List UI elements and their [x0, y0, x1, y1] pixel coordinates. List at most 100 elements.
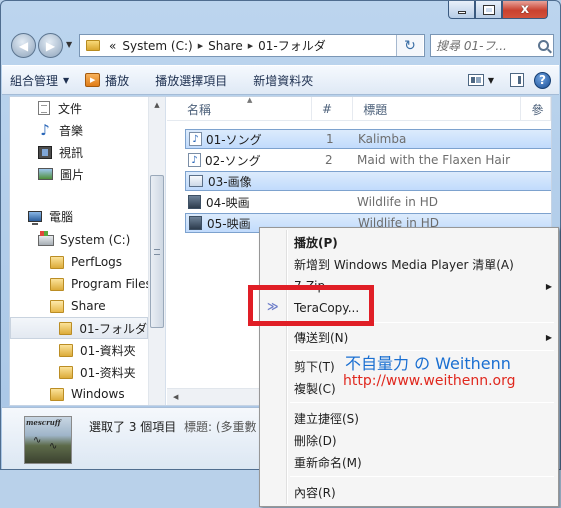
search-placeholder: 搜尋 01-フ... — [436, 39, 507, 53]
document-icon — [38, 101, 50, 115]
column-label: # — [322, 102, 333, 116]
nav-item-documents[interactable]: 文件 — [38, 97, 82, 119]
maximize-button[interactable] — [475, 1, 502, 19]
scroll-left-icon[interactable]: ◀ — [173, 389, 178, 405]
nav-item-label: 01-フォルダ — [79, 321, 147, 336]
nav-item-01-folder-tw[interactable]: 01-資料夾 — [59, 339, 136, 361]
menu-item-add-to-wmp-list[interactable]: 新增到 Windows Media Player 清單(A) — [294, 254, 514, 274]
breadcrumb-current-folder[interactable]: 01-フォルダ — [255, 37, 329, 54]
title-field[interactable]: 標題: (多重數 — [184, 418, 257, 435]
music-file-icon: ♪ — [188, 153, 201, 167]
file-name: 01-ソング — [206, 132, 262, 147]
refresh-button[interactable]: ↻ — [396, 35, 423, 56]
file-name: 05-映画 — [207, 216, 251, 231]
folder-icon — [50, 387, 64, 401]
nav-item-videos[interactable]: 視訊 — [38, 141, 83, 163]
toolbar-right-group: ▼ ? — [464, 71, 559, 89]
table-row[interactable]: 03-画像 — [185, 171, 551, 191]
table-row[interactable]: ♪ 01-ソング 1 Kalimba — [185, 129, 551, 149]
file-name: 04-映画 — [206, 195, 250, 210]
minimize-button[interactable] — [448, 1, 475, 19]
folder-icon — [59, 343, 73, 357]
nav-item-01-folder-cn[interactable]: 01-资料夹 — [59, 361, 136, 383]
column-header-name[interactable]: 名稱 ▲ — [167, 97, 312, 121]
preview-pane-icon[interactable] — [510, 73, 524, 87]
breadcrumb-system-drive[interactable]: System (C:) — [119, 39, 195, 53]
play-selection-button[interactable]: 播放選擇項目 — [147, 68, 235, 92]
menu-item-label: 內容(R) — [294, 485, 336, 500]
thumbnail-caption: mescruff — [26, 418, 61, 427]
menu-item-play[interactable]: 播放(P) — [294, 232, 338, 252]
menu-item-delete[interactable]: 刪除(D) — [294, 430, 337, 450]
caption-buttons: x — [448, 1, 548, 19]
watermark-title: 不自量力 の Weithenn — [345, 354, 511, 373]
column-header-number[interactable]: # — [312, 97, 354, 121]
nav-item-pictures[interactable]: 圖片 — [38, 163, 84, 185]
nav-item-windows[interactable]: Windows — [50, 383, 125, 405]
nav-item-share[interactable]: Share — [50, 295, 106, 317]
table-row[interactable]: ♪ 02-ソング 2 Maid with the Flaxen Hair — [185, 150, 551, 170]
nav-item-music[interactable]: ♪ 音樂 — [38, 119, 83, 141]
nav-item-label: 音樂 — [59, 123, 84, 138]
change-view-icon[interactable] — [467, 74, 484, 86]
file-name: 02-ソング — [205, 153, 261, 168]
menu-item-cut[interactable]: 剪下(T) — [294, 356, 335, 376]
nav-item-label: Program Files — [71, 277, 152, 291]
video-file-icon — [189, 216, 202, 230]
organize-button[interactable]: 組合管理 ▼ — [2, 68, 77, 92]
menu-item-label: 重新命名(M) — [294, 455, 362, 470]
scrollbar-thumb[interactable] — [150, 175, 164, 328]
breadcrumb-share[interactable]: Share — [205, 39, 246, 53]
bird-icon: ∿ — [33, 435, 42, 446]
watermark-url: http://www.weithenn.org — [343, 373, 516, 389]
scroll-up-icon[interactable]: ▲ — [149, 97, 165, 113]
folder-icon — [59, 365, 73, 379]
bird-icon: ∿ — [49, 441, 58, 452]
back-button[interactable]: ◀ — [11, 33, 36, 58]
nav-item-label: System (C:) — [60, 233, 131, 247]
nav-item-system-drive[interactable]: System (C:) — [38, 229, 130, 251]
breadcrumb-separator-icon[interactable]: ▶ — [246, 42, 255, 50]
table-row[interactable]: 04-映画 Wildlife in HD — [185, 192, 551, 212]
close-button[interactable]: x — [502, 1, 548, 19]
breadcrumb-overflow[interactable]: « — [106, 39, 119, 53]
address-bar[interactable]: « System (C:) ▶ Share ▶ 01-フォルダ ▼ — [79, 34, 425, 57]
file-name-cell: ♪ 01-ソング — [186, 131, 316, 148]
column-header-contributing-artist[interactable]: 參 — [521, 97, 551, 121]
nav-item-label: Share — [71, 299, 106, 313]
menu-item-copy[interactable]: 複製(C) — [294, 378, 336, 398]
file-title: Maid with the Flaxen Hair — [357, 153, 511, 167]
menu-item-label: 新增到 Windows Media Player 清單(A) — [294, 257, 514, 272]
menu-separator — [290, 476, 554, 477]
forward-button[interactable]: ▶ — [38, 33, 63, 58]
nav-item-01-folder-jp[interactable]: 01-フォルダ — [10, 317, 148, 339]
new-folder-button[interactable]: 新增資料夾 — [245, 68, 321, 92]
play-icon: ▶ — [85, 73, 101, 87]
navigation-scrollbar[interactable]: ▲ — [148, 97, 165, 405]
help-icon[interactable]: ? — [534, 71, 551, 89]
nav-item-label: 01-資料夾 — [80, 343, 136, 358]
view-options-dropdown[interactable]: ▼ — [488, 76, 494, 85]
menu-item-rename[interactable]: 重新命名(M) — [294, 452, 362, 472]
search-input[interactable]: 搜尋 01-フ... — [430, 34, 554, 57]
menu-item-create-shortcut[interactable]: 建立捷徑(S) — [294, 408, 359, 428]
nav-item-perflogs[interactable]: PerfLogs — [50, 251, 122, 273]
nav-item-program-files[interactable]: Program Files — [50, 273, 152, 295]
nav-item-computer[interactable]: 電腦 — [28, 205, 73, 227]
refresh-icon: ↻ — [404, 37, 416, 54]
breadcrumb-separator-icon[interactable]: ▶ — [196, 42, 205, 50]
folder-icon — [50, 255, 64, 269]
computer-icon — [28, 210, 42, 225]
teracopy-highlight-box — [248, 285, 374, 326]
column-header-title[interactable]: 標題 — [353, 97, 522, 121]
play-label: 播放 — [105, 73, 130, 88]
play-button[interactable]: ▶ 播放 — [77, 68, 137, 92]
picture-icon — [38, 168, 53, 180]
menu-item-label: 建立捷徑(S) — [294, 411, 359, 426]
menu-item-send-to[interactable]: 傳送到(N) ▶ — [294, 327, 552, 347]
nav-item-label: 視訊 — [59, 145, 84, 160]
video-file-icon — [188, 195, 201, 209]
menu-item-properties[interactable]: 內容(R) — [294, 482, 336, 502]
recent-pages-dropdown[interactable]: ▼ — [66, 40, 72, 49]
folder-icon — [50, 277, 64, 291]
